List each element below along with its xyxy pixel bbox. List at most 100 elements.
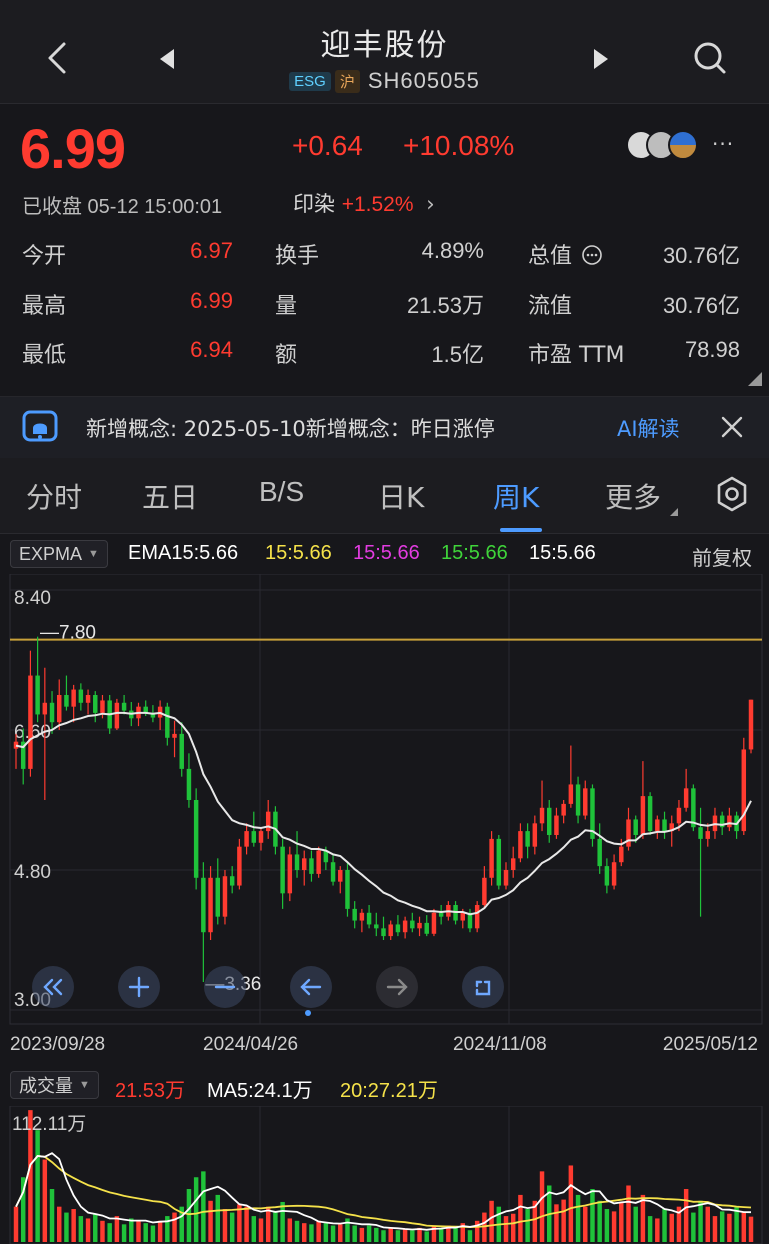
candle-body bbox=[215, 877, 220, 917]
volume-bar bbox=[114, 1216, 120, 1242]
candle-body bbox=[705, 831, 710, 839]
scroll-right-button[interactable] bbox=[376, 966, 418, 1008]
indicator-selector[interactable]: EXPMA ▼ bbox=[10, 540, 108, 568]
candle-body bbox=[662, 819, 667, 832]
open-label: 今开 bbox=[22, 244, 67, 269]
volume-bar bbox=[93, 1213, 98, 1242]
volume-bar bbox=[172, 1212, 177, 1242]
expand-corner-icon[interactable] bbox=[748, 372, 762, 386]
candle-body bbox=[431, 912, 437, 934]
volume-bar bbox=[518, 1194, 523, 1242]
volume-bar bbox=[561, 1199, 566, 1242]
price-adjust-toggle[interactable]: 前复权 bbox=[692, 542, 752, 571]
volume-bar bbox=[186, 1189, 192, 1242]
candle-body bbox=[316, 850, 321, 874]
chart-settings-button[interactable] bbox=[712, 474, 752, 514]
candle-body bbox=[42, 702, 48, 715]
candle-body bbox=[727, 815, 732, 828]
volume-bar bbox=[273, 1211, 278, 1242]
candle-body bbox=[604, 866, 610, 886]
tab-wuri[interactable]: 五日 bbox=[142, 476, 198, 516]
close-banner-button[interactable] bbox=[716, 411, 748, 443]
volume-bar bbox=[438, 1227, 444, 1242]
reset-view-button[interactable] bbox=[462, 966, 504, 1008]
dropdown-corner-icon bbox=[670, 508, 678, 516]
turnover-label: 换手 bbox=[275, 244, 320, 269]
market-cap-label[interactable]: 总值 bbox=[528, 238, 603, 270]
concept-banner[interactable]: 新增概念: 2025-05-10新增概念：昨日涨停 AI解读 bbox=[0, 396, 769, 458]
settings-hexagon-icon bbox=[717, 476, 747, 512]
volume-indicator-selector[interactable]: 成交量 ▼ bbox=[10, 1071, 99, 1099]
ai-explain-button[interactable]: AI解读 bbox=[617, 413, 680, 443]
tab-rik[interactable]: 日K bbox=[378, 476, 424, 516]
candle-body bbox=[93, 695, 98, 713]
candle-body bbox=[49, 702, 55, 723]
esg-badge[interactable]: ESG bbox=[289, 71, 331, 91]
candle-body bbox=[424, 922, 429, 934]
volume-value: 21.53万 bbox=[406, 293, 484, 318]
candle-body bbox=[691, 788, 696, 828]
volume-bar bbox=[727, 1213, 732, 1242]
chart-period-tabs: 分时 五日 B/S 日K 周K 更多 bbox=[0, 458, 769, 534]
volume-bar bbox=[78, 1216, 84, 1242]
stock-subtitle: ESG 沪 SH605055 bbox=[0, 68, 769, 94]
ema-value-4: 15:5.66 bbox=[441, 542, 508, 564]
scroll-to-start-button[interactable] bbox=[32, 966, 74, 1008]
candle-body bbox=[338, 870, 343, 882]
volume-bar bbox=[424, 1231, 429, 1242]
tab-zhouk[interactable]: 周K bbox=[493, 476, 539, 516]
volume-bar bbox=[338, 1224, 343, 1242]
tab-fenshi[interactable]: 分时 bbox=[26, 476, 82, 516]
volume-bar bbox=[741, 1212, 747, 1242]
next-stock-button[interactable] bbox=[584, 42, 618, 76]
community-avatars[interactable] bbox=[626, 130, 706, 162]
volume-bar bbox=[35, 1130, 40, 1242]
volume-current: 21.53万 bbox=[115, 1080, 186, 1102]
volume-bar bbox=[215, 1194, 220, 1242]
candle-body bbox=[474, 905, 480, 929]
volume-bar bbox=[143, 1223, 148, 1242]
bell-message-icon bbox=[22, 410, 58, 442]
scroll-left-button[interactable] bbox=[290, 966, 332, 1008]
volume-bar bbox=[410, 1230, 415, 1242]
volume-bar bbox=[201, 1171, 206, 1242]
search-button[interactable] bbox=[688, 36, 732, 80]
candle-body bbox=[64, 695, 69, 707]
search-icon bbox=[694, 42, 726, 74]
volume-chart[interactable]: 112.11万 bbox=[0, 1106, 769, 1244]
candle-body bbox=[482, 877, 487, 905]
caret-down-icon: ▼ bbox=[79, 1079, 90, 1091]
volume-bar bbox=[193, 1177, 199, 1242]
volume-bar bbox=[640, 1194, 646, 1242]
volume-ma5: MA5:24.1万 bbox=[207, 1080, 313, 1102]
volume-bar bbox=[150, 1225, 156, 1242]
candle-body bbox=[78, 689, 84, 703]
triangle-right-icon bbox=[594, 49, 608, 69]
volume-bar bbox=[683, 1189, 689, 1242]
volume-bar bbox=[554, 1204, 559, 1242]
candle-body bbox=[698, 827, 703, 839]
tab-more[interactable]: 更多 bbox=[605, 476, 661, 516]
zoom-in-button[interactable] bbox=[118, 966, 160, 1008]
arrow-right-icon bbox=[386, 978, 408, 996]
candle-body bbox=[496, 838, 502, 886]
candle-body bbox=[547, 807, 552, 835]
close-icon bbox=[721, 416, 743, 438]
candle-body bbox=[597, 838, 602, 867]
double-chevron-left-icon bbox=[43, 978, 63, 996]
volume-bar bbox=[330, 1225, 336, 1242]
candle-body bbox=[395, 924, 401, 933]
volume-bar bbox=[287, 1218, 293, 1242]
sector-link[interactable]: 印染 +1.52% › bbox=[293, 188, 435, 218]
active-tab-indicator bbox=[500, 528, 542, 532]
tab-bs[interactable]: B/S bbox=[259, 476, 304, 508]
candle-body bbox=[676, 807, 682, 824]
candle-body bbox=[575, 784, 581, 816]
zoom-out-button[interactable] bbox=[204, 966, 246, 1008]
candle-body bbox=[287, 854, 293, 894]
price-change: +0.64 bbox=[292, 130, 363, 161]
ema-value-2: 15:5.66 bbox=[265, 542, 332, 564]
more-options-icon[interactable]: ··· bbox=[712, 132, 734, 156]
volume-bar bbox=[597, 1200, 602, 1242]
volume-bar bbox=[705, 1206, 710, 1242]
